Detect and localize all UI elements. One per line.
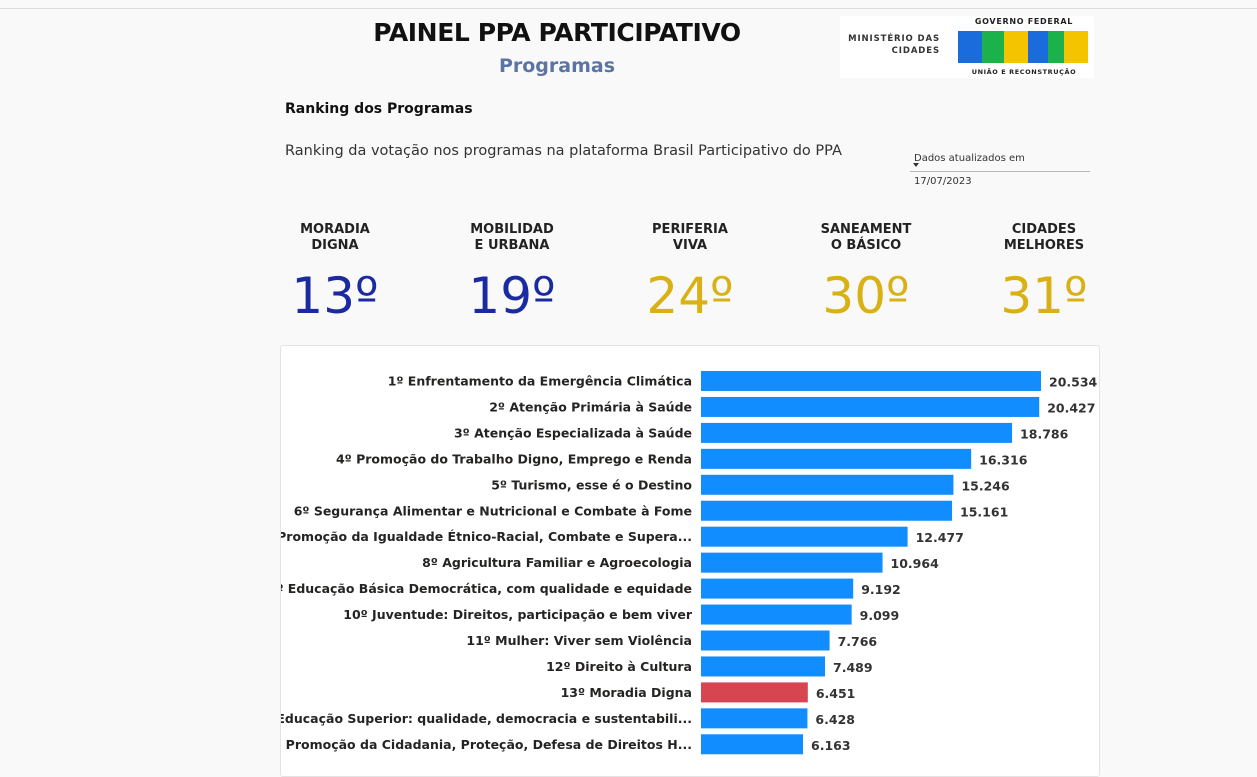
section-description: Ranking da votação nos programas na plat… <box>285 143 842 159</box>
kpi-label-line-2: O BÁSICO <box>830 238 902 253</box>
kpi-label: MORADIA DIGNA <box>255 222 415 256</box>
kpi-label-line-1: MOBILIDAD <box>470 222 554 237</box>
category-label: 8º Agricultura Familiar e Agroecologia <box>422 555 692 570</box>
data-label: 9.099 <box>860 608 900 623</box>
ministry-logo-line-1: MINISTÉRIO DAS <box>848 34 940 44</box>
kpi-value: 30º <box>822 267 910 325</box>
category-label: 12º Direito à Cultura <box>546 659 692 674</box>
kpi-label-line-2: E URBANA <box>474 238 550 253</box>
ranking-chart-card: 1º Enfrentamento da Emergência Climática… <box>280 345 1100 777</box>
bar[interactable] <box>701 371 1041 391</box>
kpi-label-line-1: PERIFERIA <box>652 222 728 237</box>
category-label: 6º Segurança Alimentar e Nutricional e C… <box>294 503 692 518</box>
kpi-label-line-2: DIGNA <box>311 238 359 253</box>
bar-highlighted[interactable] <box>701 682 808 703</box>
bar[interactable] <box>701 500 953 521</box>
category-label: 9º Educação Básica Democrática, com qual… <box>281 581 692 596</box>
kpi-card-mobilidade-urbana: MOBILIDAD E URBANA 19º <box>432 222 592 326</box>
caret-down-icon[interactable] <box>913 163 919 167</box>
category-label: 3º Atenção Especializada à Saúde <box>454 425 692 440</box>
category-label: 1º Enfrentamento da Emergência Climática <box>388 374 692 389</box>
bar[interactable] <box>701 604 852 625</box>
data-label: 16.316 <box>979 452 1028 467</box>
ministry-logo-line-2: CIDADES <box>891 46 940 56</box>
category-label: 10º Juventude: Direitos, participação e … <box>343 607 693 622</box>
kpi-card-cidades-melhores: CIDADES MELHORES 31º <box>964 222 1124 326</box>
kpi-label: MOBILIDAD E URBANA <box>432 222 592 256</box>
section-heading: Ranking dos Programas <box>285 101 473 117</box>
category-label: 14º Educação Superior: qualidade, democr… <box>281 711 692 726</box>
kpi-label-line-1: SANEAMENT <box>820 222 912 237</box>
data-label: 7.766 <box>838 634 878 649</box>
bar[interactable] <box>701 708 808 729</box>
bar[interactable] <box>701 734 804 755</box>
data-label: 20.427 <box>1047 400 1095 415</box>
brasil-logo-wordmark <box>958 31 1088 63</box>
kpi-label: CIDADES MELHORES <box>964 222 1124 256</box>
bar[interactable] <box>701 656 826 677</box>
bar[interactable] <box>701 396 1040 417</box>
data-label: 7.489 <box>833 660 873 675</box>
category-label: 15º Promoção da Cidadania, Proteção, Def… <box>281 737 692 752</box>
data-label: 12.477 <box>916 530 964 545</box>
data-label: 15.246 <box>961 478 1010 493</box>
data-label: 6.451 <box>816 686 856 701</box>
kpi-value: 13º <box>291 267 379 325</box>
data-label: 10.964 <box>891 556 940 571</box>
page-subtitle: Programas <box>498 55 616 77</box>
data-label: 15.161 <box>960 504 1008 519</box>
update-divider <box>910 171 1090 172</box>
update-date: 17/07/2023 <box>914 176 972 187</box>
kpi-value: 31º <box>1000 267 1088 325</box>
category-label: 13º Moradia Digna <box>561 685 692 700</box>
data-label: 9.192 <box>861 582 901 597</box>
bar[interactable] <box>701 448 972 469</box>
category-label: 11º Mulher: Viver sem Violência <box>466 633 692 648</box>
kpi-label-line-1: MORADIA <box>300 222 370 237</box>
bar[interactable] <box>701 630 830 651</box>
gov-logo-bottom-text: UNIÃO E RECONSTRUÇÃO <box>971 68 1077 76</box>
update-label: Dados atualizados em <box>914 153 1025 164</box>
data-label: 18.786 <box>1020 426 1069 441</box>
kpi-label: PERIFERIA VIVA <box>610 222 770 256</box>
bar[interactable] <box>701 578 854 599</box>
kpi-value: 24º <box>646 267 734 325</box>
category-label: 7º Promoção da Igualdade Étnico-Racial, … <box>281 529 692 544</box>
ranking-bar-chart: 1º Enfrentamento da Emergência Climática… <box>281 371 1098 755</box>
ministry-logo: MINISTÉRIO DAS CIDADES <box>836 33 940 57</box>
kpi-card-moradia-digna: MORADIA DIGNA 13º <box>255 222 415 326</box>
kpi-label-line-1: CIDADES <box>1011 222 1077 237</box>
page-title: PAINEL PPA PARTICIPATIVO <box>373 18 741 47</box>
data-label: 20.534 <box>1049 375 1098 390</box>
kpi-value: 19º <box>468 267 556 325</box>
bar[interactable] <box>701 526 908 547</box>
kpi-label-line-2: MELHORES <box>1003 238 1085 253</box>
top-divider <box>0 8 1257 9</box>
kpi-card-periferia-viva: PERIFERIA VIVA 24º <box>610 222 770 326</box>
kpi-label-line-2: VIVA <box>672 238 708 253</box>
category-label: 2º Atenção Primária à Saúde <box>489 399 692 414</box>
data-label: 6.428 <box>815 712 855 727</box>
category-label: 4º Promoção do Trabalho Digno, Emprego e… <box>336 451 692 466</box>
bar[interactable] <box>701 422 1013 443</box>
kpi-label: SANEAMENT O BÁSICO <box>786 222 946 256</box>
category-label: 5º Turismo, esse é o Destino <box>491 477 692 492</box>
gov-logo-top-text: GOVERNO FEDERAL <box>974 17 1074 26</box>
kpi-card-saneamento-basico: SANEAMENT O BÁSICO 30º <box>786 222 946 326</box>
bar[interactable] <box>701 552 883 573</box>
bar[interactable] <box>701 474 954 495</box>
data-label: 6.163 <box>811 738 851 753</box>
